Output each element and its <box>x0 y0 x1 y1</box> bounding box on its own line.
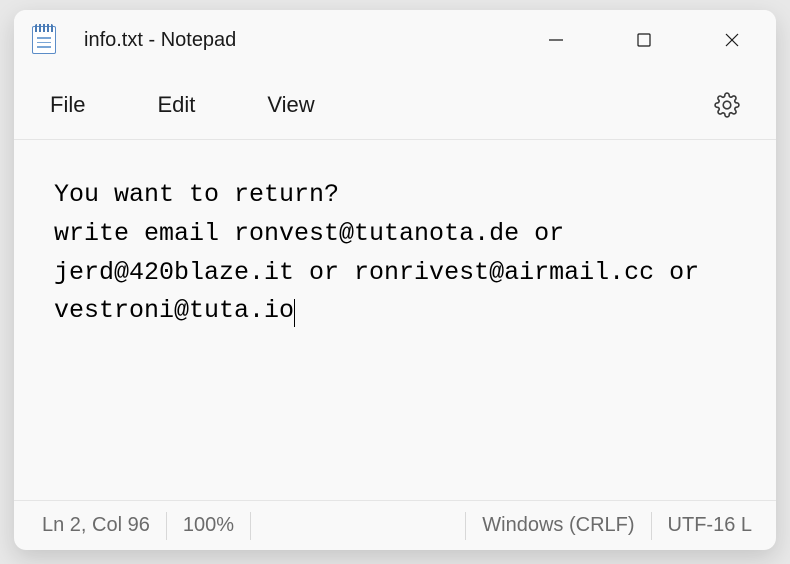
maximize-icon <box>635 31 653 49</box>
notepad-icon <box>32 26 56 54</box>
text-line-1: You want to return? <box>54 180 339 209</box>
text-cursor <box>294 299 295 327</box>
notepad-window: info.txt - Notepad File Edit View You wa… <box>14 10 776 550</box>
close-button[interactable] <box>688 10 776 70</box>
menubar: File Edit View <box>14 70 776 140</box>
maximize-button[interactable] <box>600 10 688 70</box>
text-line-2: write email ronvest@tutanota.de or jerd@… <box>54 219 714 326</box>
status-encoding: UTF-16 L <box>652 512 752 540</box>
gear-icon <box>714 92 740 118</box>
statusbar: Ln 2, Col 96 100% Windows (CRLF) UTF-16 … <box>14 500 776 550</box>
window-title: info.txt - Notepad <box>84 29 512 52</box>
editor-textarea[interactable]: You want to return? write email ronvest@… <box>14 140 776 500</box>
status-eol: Windows (CRLF) <box>466 512 651 540</box>
menu-view[interactable]: View <box>267 92 314 118</box>
minimize-icon <box>547 31 565 49</box>
menu-file[interactable]: File <box>50 92 85 118</box>
window-controls <box>512 10 776 70</box>
status-zoom[interactable]: 100% <box>167 512 251 540</box>
minimize-button[interactable] <box>512 10 600 70</box>
titlebar[interactable]: info.txt - Notepad <box>14 10 776 70</box>
settings-button[interactable] <box>714 92 740 118</box>
menu-edit[interactable]: Edit <box>157 92 195 118</box>
close-icon <box>723 31 741 49</box>
status-position: Ln 2, Col 96 <box>42 512 167 540</box>
